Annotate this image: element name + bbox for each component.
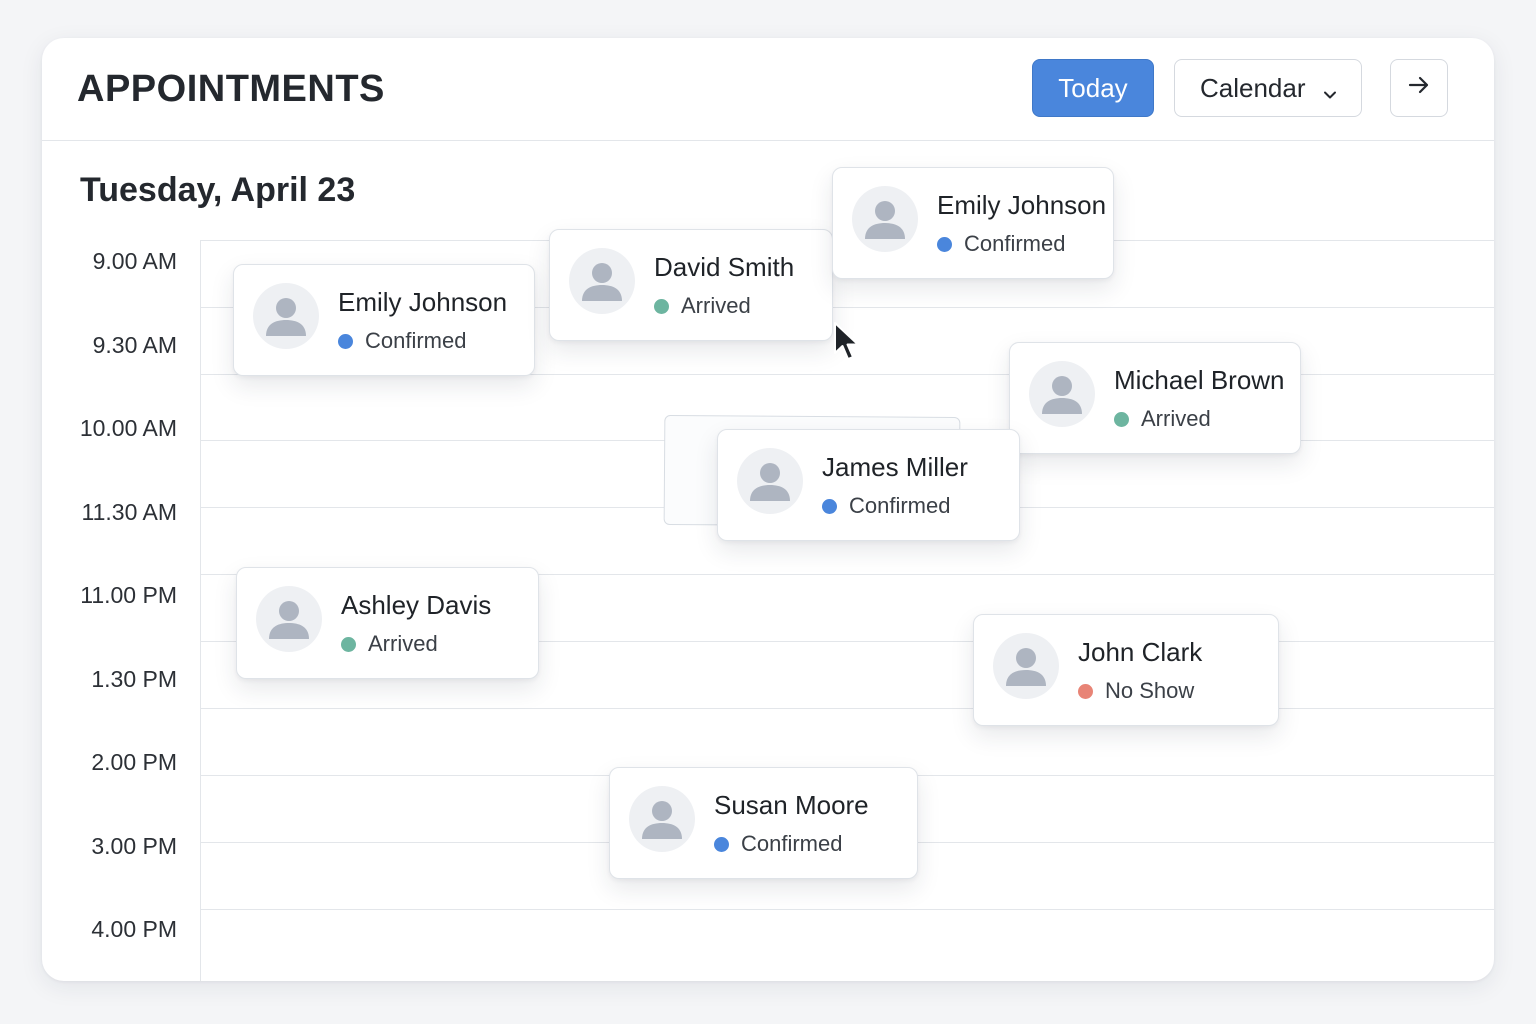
time-label: 11.30 AM (81, 499, 177, 525)
time-label: 4.00 PM (91, 916, 177, 942)
user-avatar-icon (253, 283, 319, 349)
time-label: 9.00 AM (92, 248, 177, 274)
status-dot (714, 836, 729, 852)
appointment-name: Emily Johnson (338, 287, 508, 317)
today-button[interactable]: Today (1032, 59, 1154, 117)
arrow-right-icon (1407, 73, 1431, 104)
status-dot (1078, 683, 1093, 699)
appointment-name: Emily Johnson (937, 190, 1107, 220)
status-badge: Confirmed (937, 231, 1065, 257)
user-avatar-icon (629, 786, 695, 852)
status-badge: Arrived (1114, 406, 1211, 432)
appointment-card[interactable]: Susan Moore Confirmed (609, 767, 918, 879)
time-label: 1.30 PM (91, 666, 177, 692)
status-badge: Arrived (341, 631, 438, 657)
appointment-name: Ashley Davis (341, 590, 492, 620)
grid-line (201, 708, 1494, 709)
date-heading: Tuesday, April 23 (80, 171, 356, 209)
chevron-down-icon (1321, 80, 1339, 111)
user-avatar-icon (852, 186, 918, 252)
appointment-card[interactable]: John Clark No Show (973, 614, 1279, 726)
view-select-label: Calendar (1200, 72, 1306, 103)
status-dot (937, 236, 952, 252)
appointment-name: Susan Moore (714, 790, 869, 820)
grid-line (201, 909, 1494, 910)
appointment-card[interactable]: James Miller Confirmed (717, 429, 1020, 541)
appointment-name: John Clark (1078, 637, 1203, 667)
status-badge: Confirmed (338, 328, 466, 354)
status-dot (822, 498, 837, 514)
page-title: APPOINTMENTS (77, 68, 385, 110)
user-avatar-icon (993, 633, 1059, 699)
next-button[interactable] (1390, 59, 1448, 117)
status-badge: Arrived (654, 293, 751, 319)
user-avatar-icon (1029, 361, 1095, 427)
appointment-card[interactable]: Emily Johnson Confirmed (233, 264, 535, 376)
status-dot (341, 636, 356, 652)
status-badge: Confirmed (714, 831, 842, 857)
mouse-pointer-icon (833, 321, 863, 370)
time-label: 9.30 AM (92, 332, 177, 358)
appointment-name: David Smith (654, 252, 795, 282)
user-avatar-icon (569, 248, 635, 314)
status-dot (1114, 411, 1129, 427)
status-badge: Confirmed (822, 493, 950, 519)
appointment-name: James Miller (822, 452, 968, 482)
header-bar: APPOINTMENTS Today Calendar (42, 38, 1494, 141)
appointment-name: Michael Brown (1114, 365, 1285, 395)
time-label: 2.00 PM (91, 749, 177, 775)
view-select[interactable]: Calendar (1174, 59, 1362, 117)
appointment-card[interactable]: Ashley Davis Arrived (236, 567, 539, 679)
status-badge: No Show (1078, 678, 1194, 704)
appointment-card[interactable]: David Smith Arrived (549, 229, 833, 341)
user-avatar-icon (256, 586, 322, 652)
status-dot (338, 333, 353, 349)
time-label: 3.00 PM (91, 833, 177, 859)
user-avatar-icon (737, 448, 803, 514)
appointment-card[interactable]: Michael Brown Arrived (1009, 342, 1301, 454)
time-label: 11.00 PM (80, 582, 177, 608)
time-label: 10.00 AM (79, 415, 177, 441)
status-dot (654, 298, 669, 314)
appointment-card[interactable]: Emily Johnson Confirmed (832, 167, 1114, 279)
